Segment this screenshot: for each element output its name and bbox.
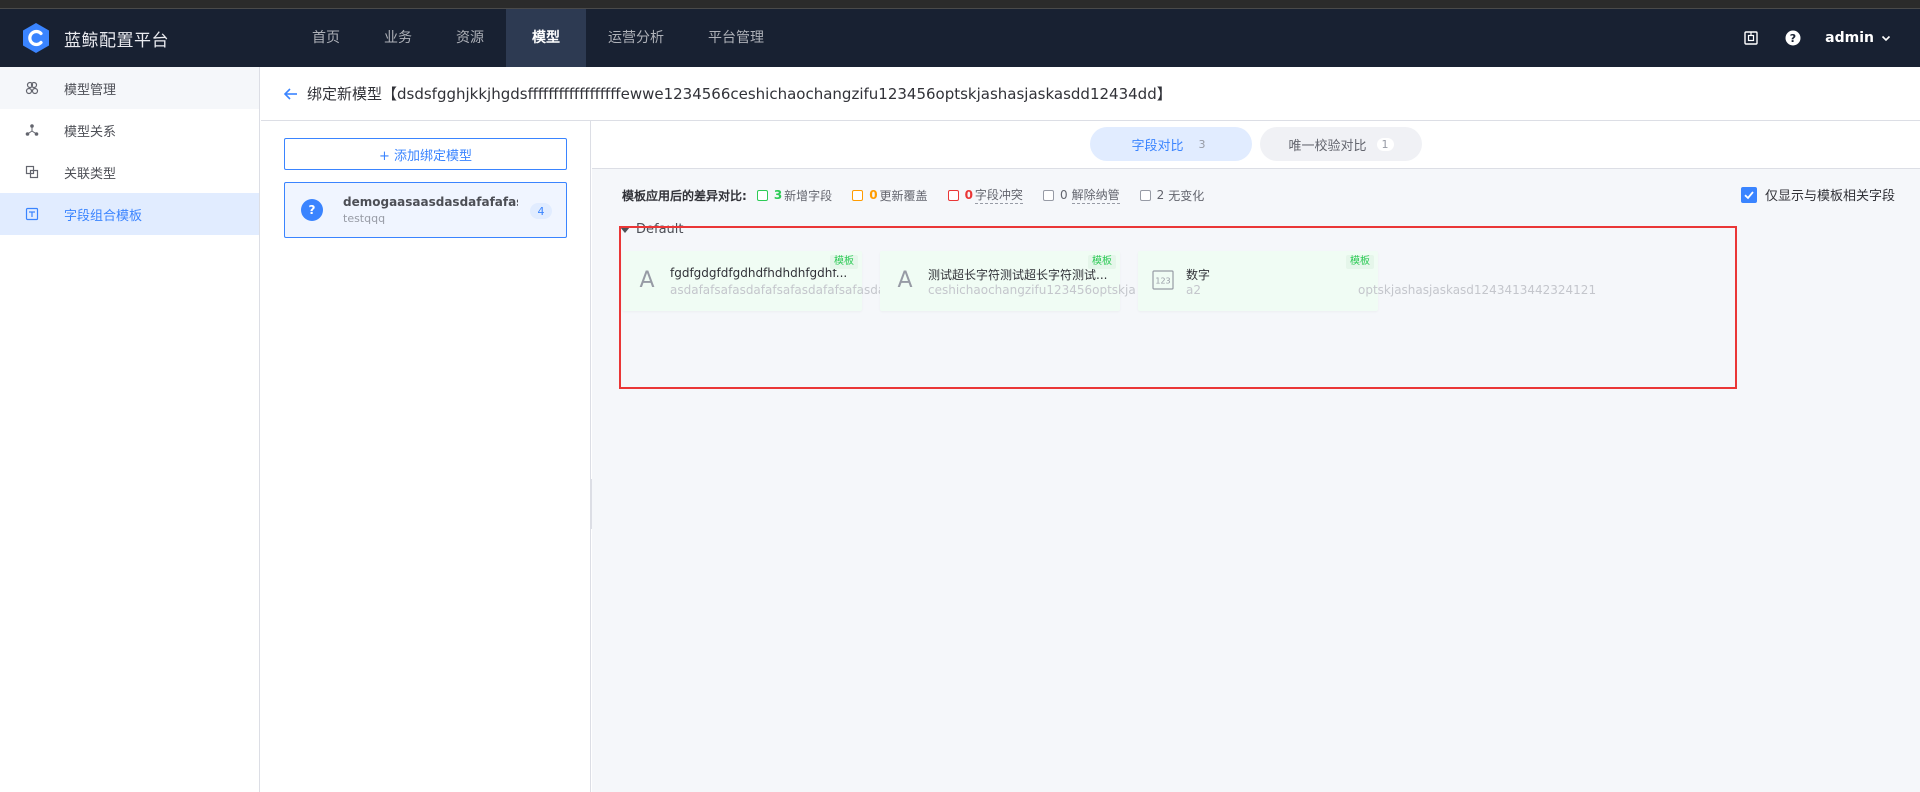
checkbox-checked-icon[interactable]: [1740, 186, 1757, 203]
field-name: fgdfgdgfdfgdhdfhdhdhfgdhf...: [670, 266, 848, 280]
diff-main-area: 字段对比 3 唯一校验对比 1 模板应用后的差异对比: 3 新增字段 0 更新覆…: [592, 121, 1920, 792]
tab-label: 唯一校验对比: [1288, 138, 1367, 154]
legend-text[interactable]: 字段冲突: [974, 186, 1023, 204]
sidebar-item-label: 关联类型: [64, 166, 117, 182]
legend-text[interactable]: 解除纳管: [1071, 186, 1120, 204]
legend-unmanage: 0 解除纳管: [1042, 186, 1120, 204]
chevron-down-icon: [1881, 35, 1891, 42]
legend-unmanage-box: [1042, 189, 1054, 201]
nav-platform-manage[interactable]: 平台管理: [686, 9, 786, 67]
field-name: 数字: [1186, 268, 1211, 282]
sidebar-item-model-relation[interactable]: 模型关系: [0, 109, 259, 151]
field-template-icon: [24, 206, 40, 222]
legend-update: 0 更新覆盖: [852, 187, 928, 204]
model-question-icon: ?: [301, 199, 323, 221]
legend-new: 3 新增字段: [756, 187, 833, 204]
window-top-strip: [0, 0, 1920, 9]
field-card[interactable]: 123 数字 a2 模板: [1138, 251, 1378, 311]
tab-field-diff[interactable]: 字段对比 3: [1090, 127, 1252, 161]
bk-logo-icon: [23, 23, 49, 53]
nav-operation-analysis[interactable]: 运营分析: [586, 9, 686, 67]
tab-label: 字段对比: [1131, 138, 1184, 154]
only-related-filter[interactable]: 仅显示与模板相关字段: [1740, 185, 1895, 204]
top-navigation: 蓝鲸配置平台 首页 业务 资源 模型 运营分析 平台管理 ? admin: [0, 9, 1920, 67]
user-name: admin: [1825, 30, 1874, 46]
tab-unique-check-diff[interactable]: 唯一校验对比 1: [1260, 127, 1422, 161]
legend-text: 无变化: [1168, 188, 1205, 203]
user-menu[interactable]: admin: [1825, 30, 1892, 46]
nav-resource[interactable]: 资源: [434, 9, 506, 67]
only-related-label: 仅显示与模板相关字段: [1764, 189, 1895, 204]
model-card[interactable]: ? demogaasaasdasdafafafas... testqqq 4: [284, 182, 567, 238]
bound-model-panel: + 添加绑定模型 ? demogaasaasdasdafafafas... te…: [261, 121, 591, 792]
overflow-field-id-text: optskjashasjaskasd1243413442324121: [1358, 283, 1597, 297]
number-type-icon: 123: [1150, 265, 1176, 295]
sidebar: 模型管理 模型关系 关联类型 字段组合模板: [0, 67, 260, 792]
add-bind-model-button[interactable]: + 添加绑定模型: [284, 138, 567, 170]
text-type-icon: A: [639, 267, 655, 293]
component-icon[interactable]: [1741, 28, 1761, 48]
field-id: a2: [1186, 283, 1201, 297]
main-nav: 首页 业务 资源 模型 运营分析 平台管理: [290, 9, 786, 67]
group-title: Default: [636, 222, 684, 237]
nav-right-area: ? admin: [1719, 9, 1892, 67]
legend-update-box: [852, 189, 864, 201]
help-icon[interactable]: ?: [1783, 28, 1803, 48]
sidebar-item-label: 模型管理: [64, 82, 117, 98]
app-title: 蓝鲸配置平台: [64, 30, 169, 51]
text-type-icon: A: [897, 267, 913, 293]
model-name: demogaasaasdasdafafafas...: [343, 195, 518, 209]
model-id: testqqq: [343, 212, 386, 225]
tab-count: 1: [1376, 137, 1394, 151]
page-header: 绑定新模型【dsdsfgghjkkjhgdsffffffffffffffffff…: [261, 67, 1920, 121]
sidebar-item-field-template[interactable]: 字段组合模板: [0, 193, 259, 235]
tabs-bar: 字段对比 3 唯一校验对比 1: [592, 121, 1920, 169]
field-id: ceshichaochangzifu123456optskja: [928, 283, 1136, 297]
legend-conflict-box: [947, 189, 959, 201]
template-tag: 模板: [830, 255, 858, 269]
model-relation-icon: [24, 122, 40, 138]
legend-conflict: 0 字段冲突: [947, 186, 1023, 204]
legend-num: 0: [1059, 188, 1068, 202]
legend-num: 0: [964, 188, 973, 202]
field-id: asdafafsafasdafafsafasdafafsafasdafa: [670, 283, 897, 297]
nav-home[interactable]: 首页: [290, 9, 362, 67]
nav-model[interactable]: 模型: [506, 9, 586, 67]
template-tag: 模板: [1346, 255, 1374, 269]
page-title: 绑定新模型【dsdsfgghjkkjhgdsffffffffffffffffff…: [307, 85, 1172, 103]
field-card[interactable]: A 测试超长字符测试超长字符测试... ceshichaochangzifu12…: [880, 251, 1136, 311]
app-logo[interactable]: 蓝鲸配置平台: [20, 21, 169, 55]
template-tag: 模板: [1088, 255, 1116, 269]
legend-num: 3: [773, 188, 783, 202]
diff-label: 模板应用后的差异对比:: [622, 188, 747, 203]
legend-text: 更新覆盖: [879, 188, 928, 203]
model-count-badge: 4: [530, 203, 552, 219]
sidebar-item-label: 模型关系: [64, 124, 117, 140]
group-default[interactable]: Default: [620, 222, 684, 237]
sidebar-item-model-manage[interactable]: 模型管理: [0, 67, 259, 109]
svg-text:123: 123: [1155, 277, 1170, 286]
field-name: 测试超长字符测试超长字符测试...: [928, 268, 1108, 282]
legend-num: 2: [1156, 188, 1165, 202]
back-arrow-icon[interactable]: [283, 86, 299, 102]
legend-new-box: [756, 189, 768, 201]
association-type-icon: [24, 164, 40, 180]
tab-count: 3: [1198, 137, 1206, 151]
svg-text:?: ?: [1790, 32, 1796, 45]
legend-unchanged: 2 无变化: [1139, 187, 1205, 204]
diff-summary: 模板应用后的差异对比: 3 新增字段 0 更新覆盖 0 字段冲突 0 解除纳管 …: [622, 185, 1224, 205]
legend-unchanged-box: [1139, 189, 1151, 201]
caret-down-icon: [620, 226, 630, 233]
model-manage-icon: [24, 80, 40, 96]
sidebar-item-label: 字段组合模板: [64, 208, 143, 224]
legend-text: 新增字段: [784, 188, 833, 203]
field-card[interactable]: A fgdfgdgfdfgdhdfhdhdhfgdhf... asdafafsa…: [622, 251, 897, 311]
model-text: demogaasaasdasdafafafas... testqqq: [343, 195, 518, 225]
legend-num: 0: [869, 188, 878, 202]
nav-business[interactable]: 业务: [362, 9, 434, 67]
sidebar-item-association-type[interactable]: 关联类型: [0, 151, 259, 193]
